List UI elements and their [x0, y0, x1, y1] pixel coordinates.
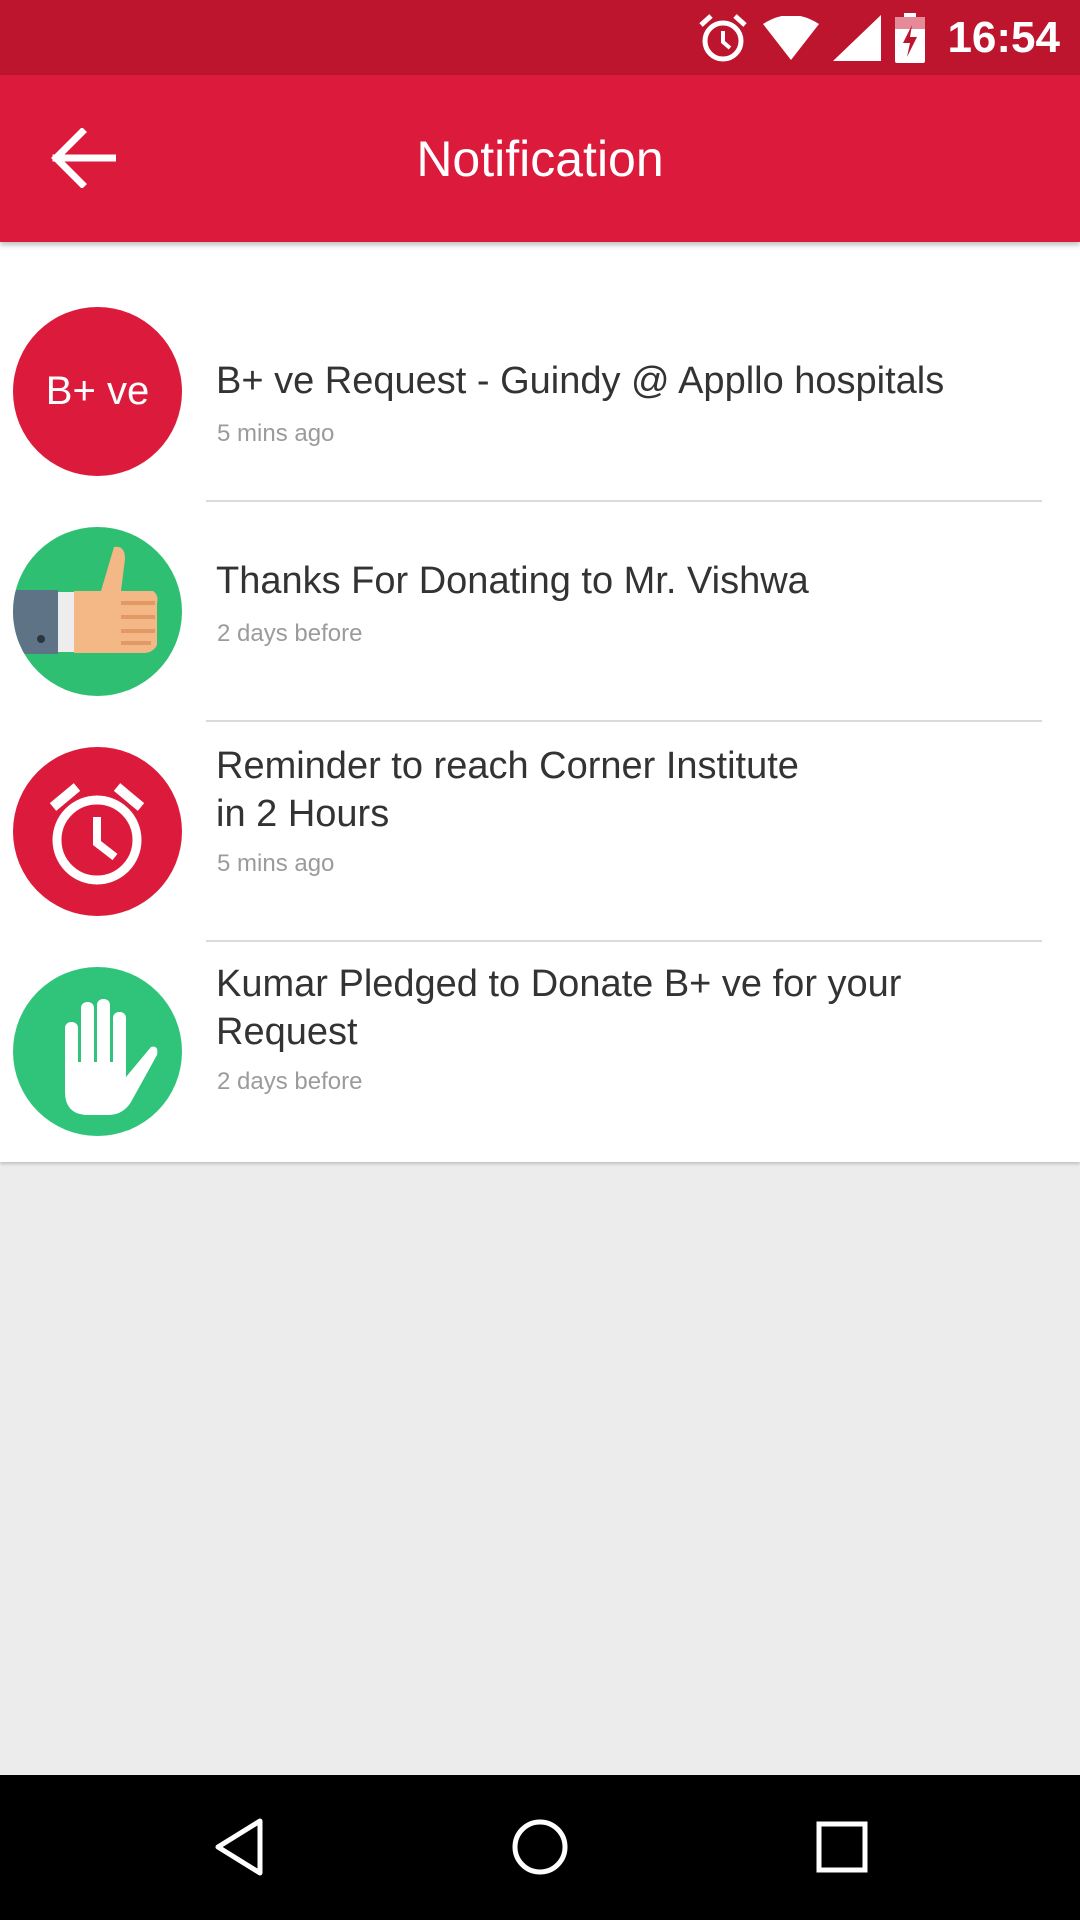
notification-item[interactable]: Kumar Pledged to Donate B+ ve for your R… — [0, 942, 1080, 1162]
notification-title-line: Reminder to reach Corner Institute — [216, 745, 799, 787]
thumbs-up-icon — [13, 546, 158, 654]
notification-time: 2 days before — [217, 620, 363, 647]
status-time: 16:54 — [947, 12, 1060, 62]
back-button[interactable] — [40, 115, 126, 201]
home-circle-icon — [512, 1819, 568, 1875]
notification-title: B+ ve Request - Guindy @ Appllo hospital… — [216, 357, 1016, 405]
wifi-icon — [763, 15, 820, 60]
notification-title-line: Thanks For Donating to Mr. Vishwa — [216, 560, 809, 602]
alarm-clock-icon — [49, 783, 145, 885]
notification-title-line: Kumar Pledged to Donate B+ ve for your — [216, 963, 902, 1005]
notification-time: 5 mins ago — [217, 850, 335, 877]
app-bar: Notification — [0, 75, 1080, 242]
nav-recents-button[interactable] — [792, 1797, 892, 1897]
notification-list: B+ ve B+ ve Request - Guindy @ Appllo ho… — [0, 242, 1080, 1162]
battery-charging-icon — [895, 12, 926, 63]
alarm-avatar — [13, 747, 182, 916]
notification-title-line: in 2 Hours — [216, 793, 390, 835]
notification-time: 2 days before — [217, 1068, 363, 1095]
notification-title: Thanks For Donating to Mr. Vishwa — [216, 557, 1016, 605]
notification-title: Reminder to reach Corner Institute in 2 … — [216, 742, 1016, 838]
raised-hand-avatar — [13, 967, 182, 1136]
notification-title-line: B+ ve Request - Guindy @ Appllo hospital… — [216, 360, 945, 402]
status-icons: 16:54 — [697, 0, 1060, 75]
notification-time: 5 mins ago — [217, 420, 335, 447]
raised-hand-icon — [65, 999, 158, 1115]
notification-item[interactable]: Thanks For Donating to Mr. Vishwa 2 days… — [0, 502, 1080, 722]
notification-title-line: Request — [216, 1011, 358, 1053]
system-nav-bar — [0, 1775, 1080, 1920]
blood-group-avatar: B+ ve — [13, 307, 182, 476]
thumbs-up-avatar — [13, 527, 182, 696]
recents-square-icon — [816, 1821, 868, 1873]
arrow-back-icon — [51, 128, 116, 188]
status-bar: 16:54 — [0, 0, 1080, 75]
nav-back-button[interactable] — [190, 1797, 290, 1897]
notification-title: Kumar Pledged to Donate B+ ve for your R… — [216, 960, 1016, 1056]
notification-item[interactable]: Reminder to reach Corner Institute in 2 … — [0, 722, 1080, 942]
back-triangle-icon — [215, 1818, 263, 1876]
signal-icon — [833, 14, 882, 61]
avatar-text: B+ ve — [45, 369, 150, 413]
alarm-icon — [699, 13, 748, 61]
page-title: Notification — [416, 130, 664, 187]
notification-item[interactable]: B+ ve B+ ve Request - Guindy @ Appllo ho… — [0, 242, 1080, 476]
nav-home-button[interactable] — [490, 1797, 590, 1897]
